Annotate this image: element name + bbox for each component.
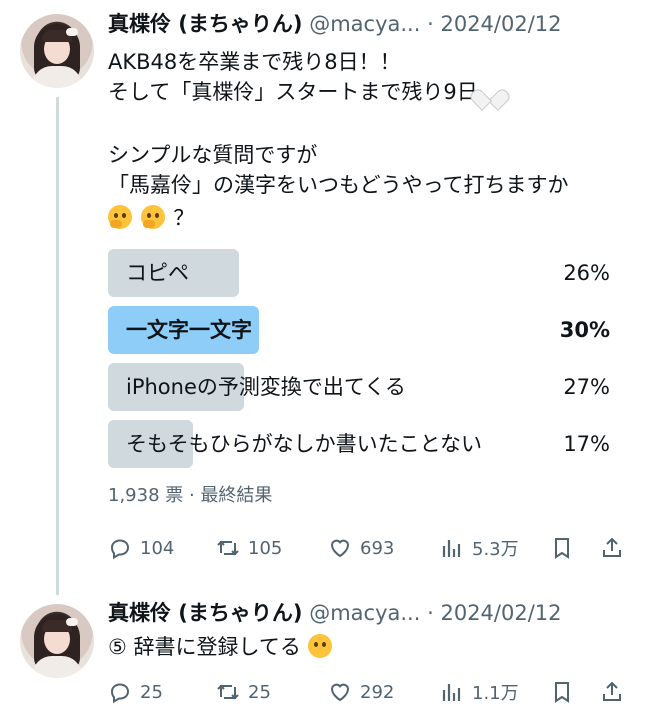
avatar[interactable] xyxy=(20,14,94,88)
reply-count: 25 xyxy=(140,681,163,703)
tweet-line-text: ⑤ 辞書に登録してる xyxy=(108,635,301,659)
poll-meta: 1,938 票 · 最終結果 xyxy=(108,485,273,506)
poll-option: 一文字一文字 30% xyxy=(108,306,610,354)
poll-option-label: iPhoneの予測変換で出てくる xyxy=(126,375,406,399)
views-icon xyxy=(442,684,461,701)
retweet-button[interactable]: 25 xyxy=(216,678,271,706)
tweet-line: ？ xyxy=(108,203,194,233)
share-button[interactable] xyxy=(600,534,632,562)
views-count: 1.1万 xyxy=(472,683,519,704)
views-button[interactable]: 1.1万 xyxy=(440,678,519,706)
poll-option-label: 一文字一文字 xyxy=(126,318,252,342)
avatar-bow xyxy=(66,618,78,626)
reply-icon xyxy=(110,539,130,560)
tweet-header: 真楪伶 (まちゃりん) @macya... · 2024/02/12 xyxy=(108,599,562,627)
heart-icon xyxy=(330,683,350,702)
poll-option: そもそもひらがなしか書いたことない 17% xyxy=(108,420,610,468)
avatar[interactable] xyxy=(20,604,94,678)
tweet-line-text: そして「真楪伶」スタートまで残り9日 xyxy=(108,80,478,104)
like-button[interactable]: 292 xyxy=(328,678,394,706)
poll-option-percent: 27% xyxy=(563,375,610,399)
thinking-face-icon xyxy=(140,205,165,229)
bookmark-icon xyxy=(555,682,569,703)
thread-line xyxy=(56,97,59,595)
poll-option: コピペ 26% xyxy=(108,249,610,297)
views-count: 5.3万 xyxy=(472,539,519,560)
display-name[interactable]: 真楪伶 (まちゃりん) xyxy=(108,601,303,625)
poll-option-label: そもそもひらがなしか書いたことない xyxy=(126,432,482,456)
share-icon xyxy=(603,537,621,557)
like-count: 693 xyxy=(360,537,395,559)
retweet-icon xyxy=(217,540,239,556)
tweet-line: そして「真楪伶」スタートまで残り9日 xyxy=(108,77,500,107)
tweet-date[interactable]: 2024/02/12 xyxy=(440,601,561,625)
display-name[interactable]: 真楪伶 (まちゃりん) xyxy=(108,12,303,36)
poll-option-label: コピペ xyxy=(126,261,189,285)
reply-count: 104 xyxy=(140,537,175,559)
views-button[interactable]: 5.3万 xyxy=(440,534,519,562)
poll-option-percent: 17% xyxy=(563,432,610,456)
bookmark-button[interactable] xyxy=(550,534,582,562)
retweet-count: 25 xyxy=(248,681,271,703)
retweet-count: 105 xyxy=(248,537,283,559)
heart-icon xyxy=(330,539,350,558)
bookmark-icon xyxy=(555,538,569,559)
share-button[interactable] xyxy=(600,678,632,706)
tweet-date[interactable]: 2024/02/12 xyxy=(440,12,561,36)
face-without-mouth-icon xyxy=(307,634,332,658)
tweet-line: ⑤ 辞書に登録してる xyxy=(108,632,334,662)
user-handle[interactable]: @macya... xyxy=(309,12,420,36)
user-handle[interactable]: @macya... xyxy=(309,601,420,625)
separator-dot: · xyxy=(427,12,434,36)
poll-option-percent: 26% xyxy=(563,261,610,285)
tweet-line-text: ？ xyxy=(173,206,195,230)
white-heart-icon xyxy=(478,81,500,101)
tweet-actions: 25 25 292 1.1万 xyxy=(108,678,628,706)
poll-option: iPhoneの予測変換で出てくる 27% xyxy=(108,363,610,411)
like-button[interactable]: 693 xyxy=(328,534,394,562)
retweet-icon xyxy=(217,684,239,700)
reply-button[interactable]: 25 xyxy=(108,678,163,706)
share-icon xyxy=(603,681,621,701)
bookmark-button[interactable] xyxy=(550,678,582,706)
like-count: 292 xyxy=(360,681,395,703)
reply-button[interactable]: 104 xyxy=(108,534,174,562)
poll-option-percent: 30% xyxy=(559,318,610,342)
views-icon xyxy=(442,540,461,557)
tweet-header: 真楪伶 (まちゃりん) @macya... · 2024/02/12 xyxy=(108,10,562,38)
reply-icon xyxy=(110,683,130,704)
tweet-line: シンプルな質問ですが xyxy=(108,143,318,167)
tweet-line: AKB48を卒業まで残り8日！！ xyxy=(108,50,401,74)
avatar-bow xyxy=(66,28,78,36)
thinking-face-icon xyxy=(108,205,132,229)
separator-dot: · xyxy=(427,601,434,625)
tweet-line: 「馬嘉伶」の漢字をいつもどうやって打ちますか xyxy=(108,173,569,197)
retweet-button[interactable]: 105 xyxy=(216,534,282,562)
tweet-actions: 104 105 693 5.3万 xyxy=(108,534,628,562)
